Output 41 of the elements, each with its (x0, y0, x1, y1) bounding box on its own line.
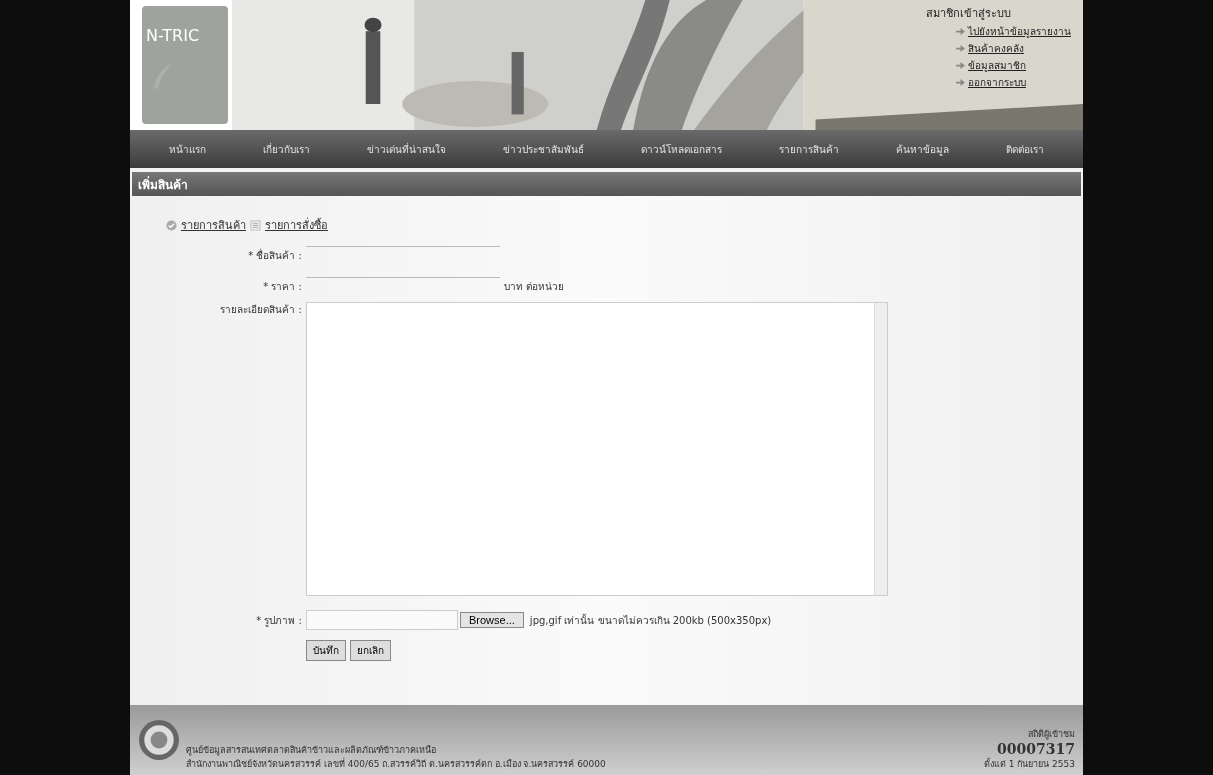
detail-textarea[interactable] (306, 302, 888, 596)
tab-link[interactable]: รายการสินค้า (181, 216, 246, 234)
logo-text: N-TRIC (146, 26, 201, 45)
counter-label: สถิติผู้เข้าชม (1028, 728, 1075, 741)
nav-item[interactable]: เกี่ยวกับเรา (262, 141, 310, 157)
footer-text: ศูนย์ข้อมูลสารสนเทศตลาดสินค้าข้าวและผลิตภัณฑ์ข้าวภาคเหนือ (186, 744, 437, 757)
arrow-icon (956, 79, 965, 86)
nav-item[interactable]: ค้นหาข้อมูล (896, 141, 950, 157)
file-hint: jpg,gif เท่านั้น ขนาดไม่ควรเกิน 200kb (500x350px) (529, 612, 772, 628)
seal-icon (138, 719, 180, 761)
footer-text: สำนักงานพาณิชย์จังหวัดนครสวรรค์ เลขที่ 400/65 ถ.สวรรค์วิถี ต.นครสวรรค์ตก อ.เมือง จ.นครสวรรค์ 60000 (186, 757, 606, 771)
file-field[interactable] (306, 610, 458, 630)
unit-label: บาท ต่อหน่วย (504, 280, 565, 294)
list-icon (250, 219, 261, 231)
counter-since: ตั้งแต่ 1 กันยายน 2553 (983, 757, 1075, 771)
form-button[interactable]: บันทึก (306, 640, 346, 661)
member-link[interactable]: ออกจากระบบ (956, 75, 1071, 90)
nav-item[interactable]: ติดต่อเรา (1006, 141, 1045, 157)
arrow-icon (956, 62, 965, 69)
member-link[interactable]: ข้อมูลสมาชิก (956, 58, 1071, 73)
check-circle-icon (166, 219, 177, 231)
nav-item[interactable]: ดาวน์โหลดเอกสาร (641, 141, 723, 157)
browse-button[interactable]: Browse... (460, 612, 524, 628)
field-label: * ชื่อสินค้า : (247, 248, 303, 263)
member-link[interactable]: สินค้าคงคลัง (956, 41, 1071, 56)
field-label: รายละเอียดสินค้า : (219, 303, 303, 317)
field-label: * ราคา : (262, 280, 303, 294)
nav-item[interactable]: ข่าวประชาสัมพันธ์ (502, 141, 584, 157)
arrow-icon (956, 28, 965, 35)
arrow-icon (956, 45, 965, 52)
scrollbar[interactable] (874, 303, 887, 595)
form-button[interactable]: ยกเลิก (350, 640, 391, 661)
field-label: * รูปภาพ : (255, 613, 303, 628)
nav-item[interactable]: รายการสินค้า (779, 141, 840, 157)
nav-item[interactable]: ข่าวเด่นที่น่าสนใจ (366, 141, 446, 157)
member-link[interactable]: ไปยังหน้าข้อมูลรายงาน (956, 24, 1071, 39)
tab-link[interactable]: รายการสั่งซื้อ (265, 216, 328, 234)
visitor-count: 00007317 (997, 741, 1075, 757)
member-title: สมาชิกเข้าสู่ระบบ (926, 6, 1012, 22)
page-title: เพิ่มสินค้า (138, 175, 188, 194)
nav-item[interactable]: หน้าแรก (168, 141, 206, 157)
